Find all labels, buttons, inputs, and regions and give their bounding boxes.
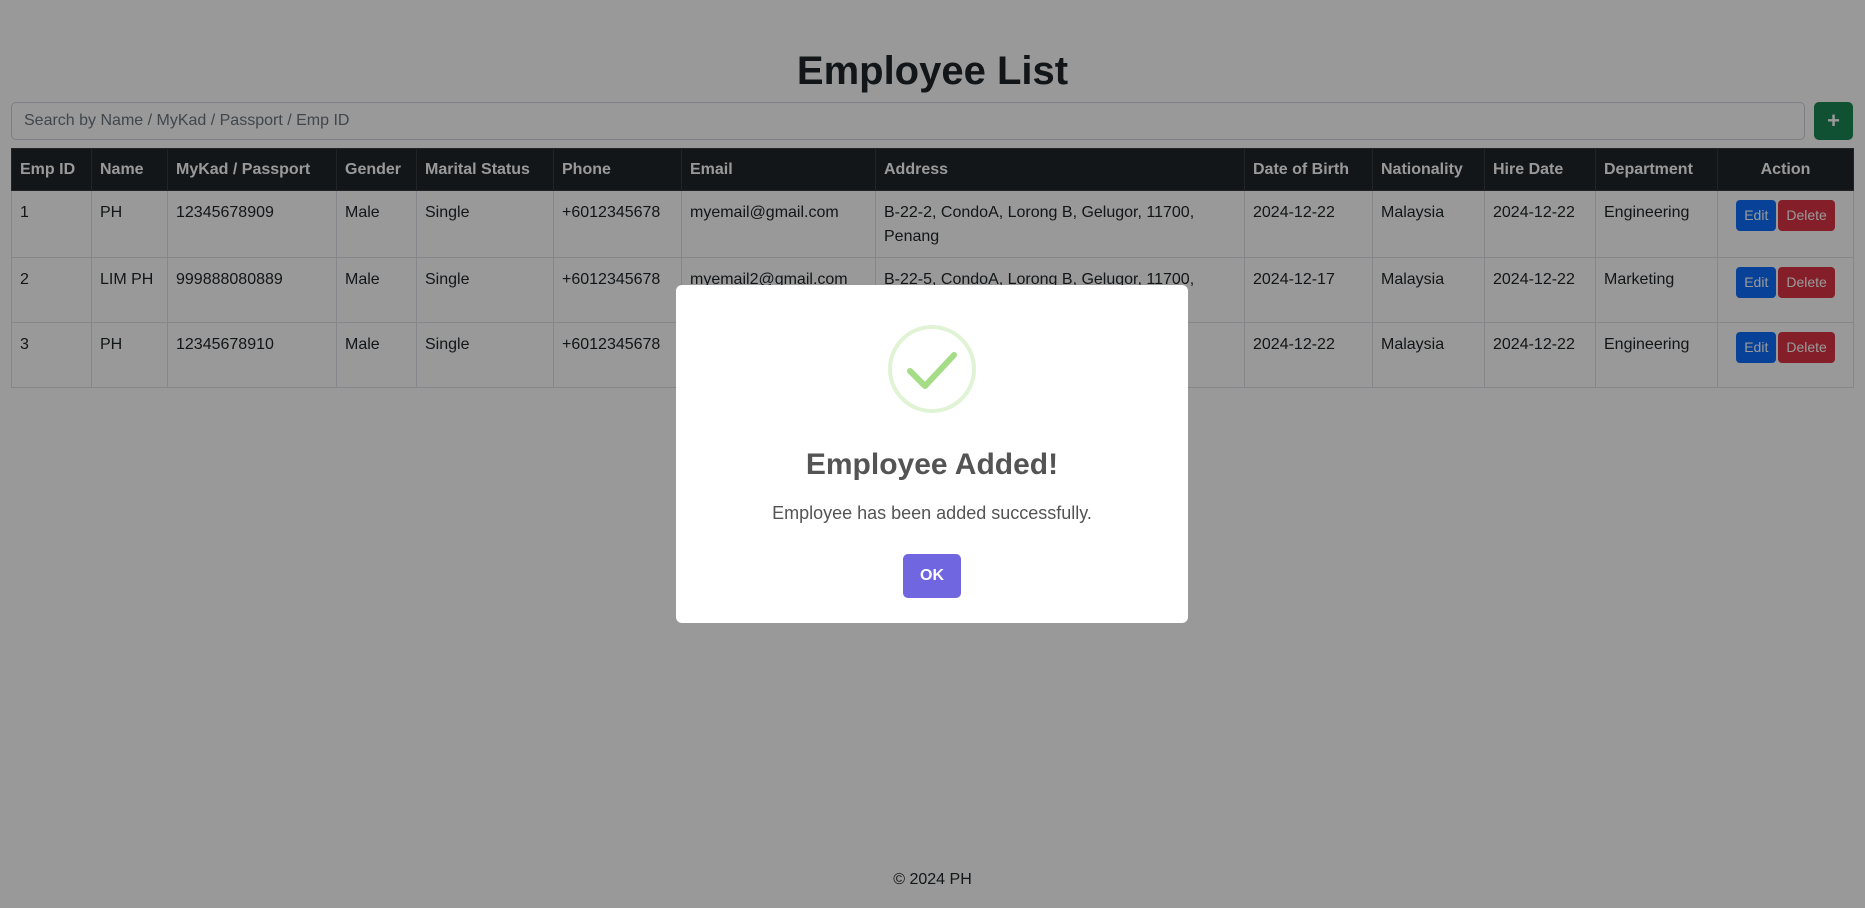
dialog-title: Employee Added! [805, 448, 1059, 481]
ok-button[interactable]: OK [903, 554, 961, 598]
success-dialog: Employee Added! Employee has been added … [676, 285, 1188, 623]
success-check-icon [888, 325, 976, 413]
dialog-message: Employee has been added successfully. [772, 503, 1092, 523]
